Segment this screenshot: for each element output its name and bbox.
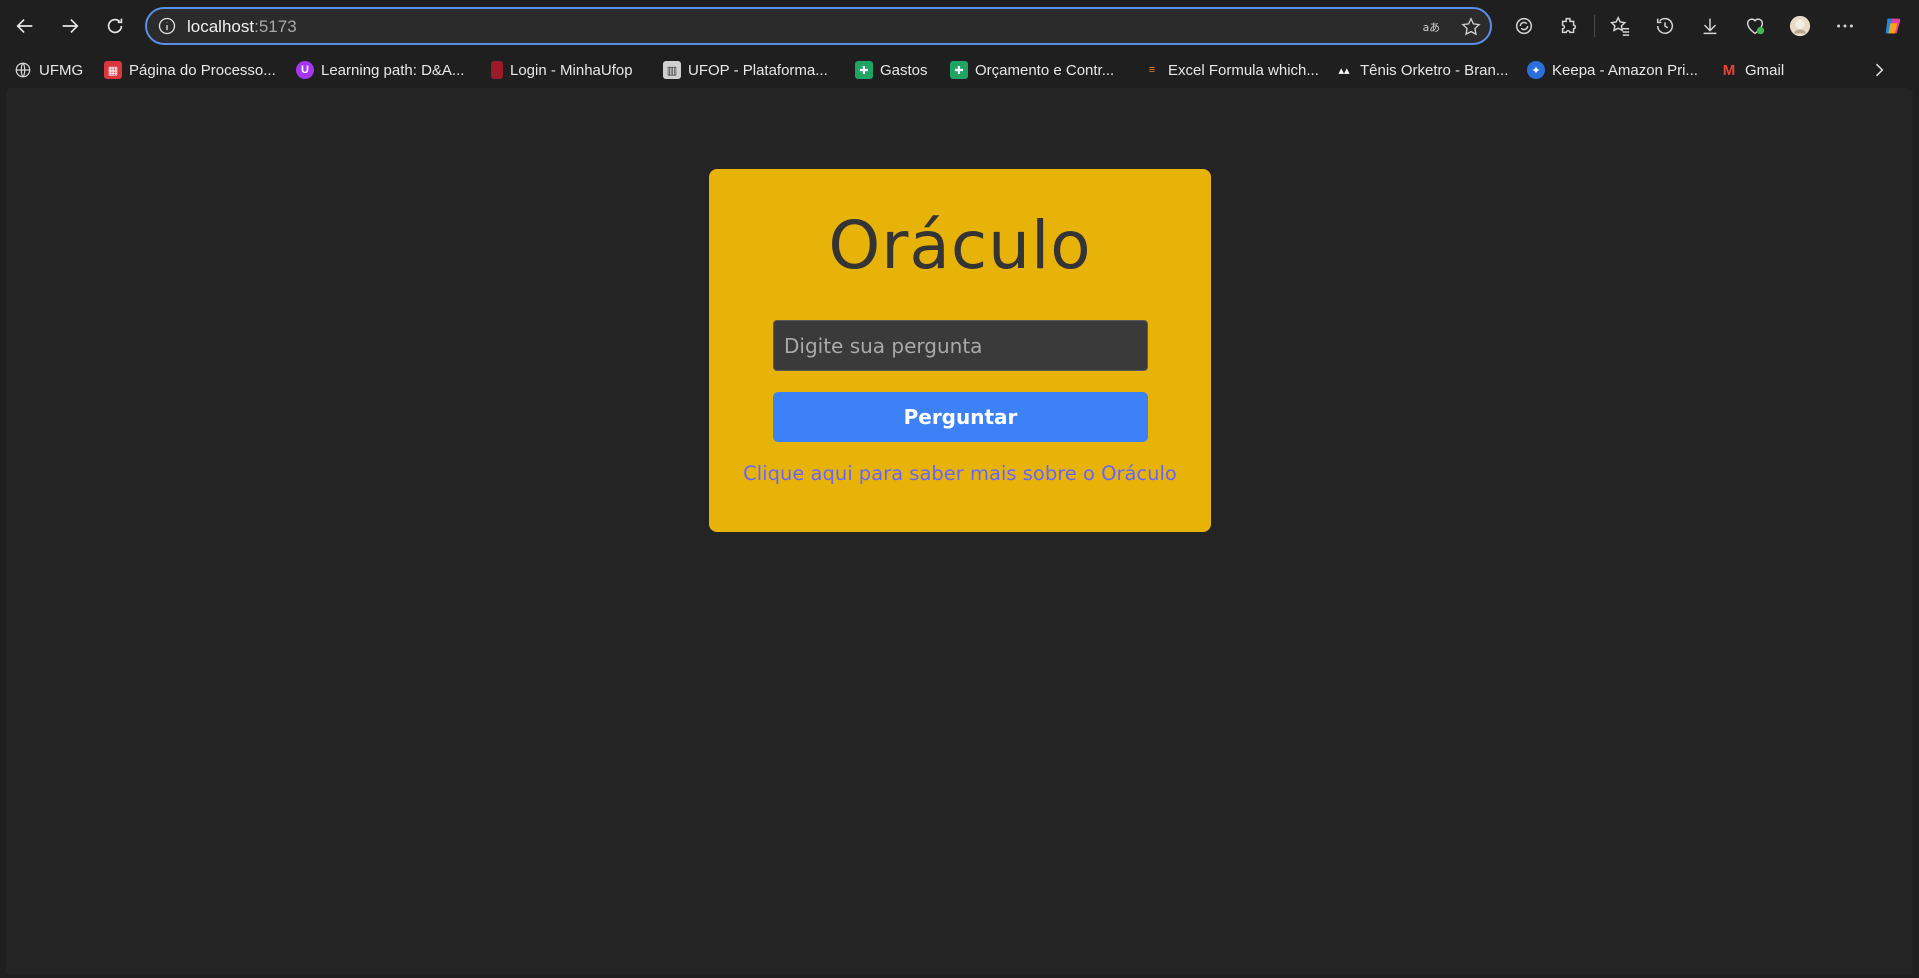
favorites-icon[interactable] bbox=[1605, 11, 1635, 41]
page-viewport: Oráculo Perguntar Clique aqui para saber… bbox=[6, 88, 1913, 974]
browser-toolbar: localhost:5173 aあ bbox=[0, 0, 1919, 52]
svg-text:aあ: aあ bbox=[1423, 21, 1440, 34]
ask-button[interactable]: Perguntar bbox=[773, 392, 1148, 442]
bookmark-label: Tênis Orketro - Bran... bbox=[1360, 61, 1509, 79]
bookmark-pagina-processo[interactable]: ▦ Página do Processo... bbox=[104, 59, 276, 81]
translate-icon[interactable]: aあ bbox=[1419, 15, 1443, 39]
bookmark-excel-formula[interactable]: ≡ Excel Formula which... bbox=[1143, 59, 1319, 81]
ufop-icon bbox=[491, 61, 503, 79]
history-icon[interactable] bbox=[1650, 11, 1680, 41]
copilot-icon[interactable] bbox=[1878, 11, 1908, 41]
toolbar-divider bbox=[1594, 15, 1595, 37]
bookmark-label: Orçamento e Contr... bbox=[975, 61, 1115, 79]
bookmark-gastos[interactable]: ✚ Gastos bbox=[855, 59, 928, 81]
browser-window: localhost:5173 aあ UFMG ▦ Página do Proce… bbox=[0, 0, 1919, 978]
bookmark-label: Gastos bbox=[880, 61, 928, 79]
reload-button[interactable] bbox=[98, 9, 132, 43]
favorite-star-icon[interactable] bbox=[1459, 15, 1483, 39]
address-host: localhost bbox=[187, 17, 255, 36]
address-port: :5173 bbox=[254, 17, 297, 36]
arrow-left-icon bbox=[16, 18, 33, 34]
downloads-icon[interactable] bbox=[1695, 11, 1725, 41]
page-title: Oráculo bbox=[828, 207, 1092, 284]
address-bar[interactable]: localhost:5173 aあ bbox=[145, 7, 1492, 45]
browser-essentials-icon[interactable] bbox=[1740, 11, 1770, 41]
sheets-icon: ✚ bbox=[855, 61, 873, 79]
extensions-icon[interactable] bbox=[1554, 11, 1584, 41]
bookmark-label: UFOP - Plataforma... bbox=[688, 61, 828, 79]
bookmark-keepa[interactable]: ✦ Keepa - Amazon Pri... bbox=[1527, 59, 1698, 81]
sync-icon[interactable] bbox=[1509, 11, 1539, 41]
processo-icon: ▦ bbox=[104, 61, 122, 79]
udemy-icon: U bbox=[296, 61, 314, 79]
bookmarks-bar: UFMG ▦ Página do Processo... U Learning … bbox=[0, 52, 1919, 86]
about-oracle-link[interactable]: Clique aqui para saber mais sobre o Orác… bbox=[709, 462, 1211, 485]
profile-avatar-icon[interactable] bbox=[1785, 11, 1815, 41]
site-info-icon[interactable] bbox=[157, 16, 177, 36]
stackoverflow-icon: ≡ bbox=[1148, 64, 1156, 76]
arrow-right-icon bbox=[62, 18, 79, 34]
chart-icon: ▥ bbox=[663, 61, 681, 79]
adidas-icon: ▴▴ bbox=[1338, 64, 1350, 77]
back-button[interactable] bbox=[8, 9, 42, 43]
bookmark-label: Excel Formula which... bbox=[1168, 61, 1319, 79]
keepa-icon: ✦ bbox=[1527, 61, 1545, 79]
bookmark-label: Página do Processo... bbox=[129, 61, 276, 79]
oracle-card: Oráculo Perguntar Clique aqui para saber… bbox=[709, 169, 1211, 532]
bookmark-label: UFMG bbox=[39, 61, 84, 79]
bookmark-label: Gmail bbox=[1745, 61, 1785, 79]
address-url[interactable]: localhost:5173 bbox=[187, 17, 297, 37]
bookmark-label: Learning path: D&A... bbox=[321, 61, 465, 79]
bookmark-label: Login - MinhaUfop bbox=[510, 61, 633, 79]
bookmark-label: Keepa - Amazon Pri... bbox=[1552, 61, 1698, 79]
sheets-icon: ✚ bbox=[950, 61, 968, 79]
bookmark-learning-path[interactable]: U Learning path: D&A... bbox=[296, 59, 464, 81]
bookmark-ufop-plataforma[interactable]: ▥ UFOP - Plataforma... bbox=[663, 59, 828, 81]
forward-button[interactable] bbox=[53, 9, 87, 43]
bookmark-login-minhaufop[interactable]: Login - MinhaUfop bbox=[491, 59, 633, 81]
bookmark-tenis-orketro[interactable]: ▴▴ Tênis Orketro - Bran... bbox=[1335, 59, 1508, 81]
chevron-right-icon[interactable] bbox=[1869, 60, 1889, 80]
gmail-icon: M bbox=[1722, 61, 1736, 79]
more-menu-icon[interactable] bbox=[1830, 11, 1860, 41]
bookmark-gmail[interactable]: M Gmail bbox=[1720, 59, 1784, 81]
globe-icon bbox=[14, 61, 32, 79]
bookmark-orcamento[interactable]: ✚ Orçamento e Contr... bbox=[950, 59, 1114, 81]
bookmark-ufmg[interactable]: UFMG bbox=[14, 59, 83, 81]
question-input[interactable] bbox=[773, 320, 1148, 371]
reload-icon bbox=[107, 18, 123, 34]
